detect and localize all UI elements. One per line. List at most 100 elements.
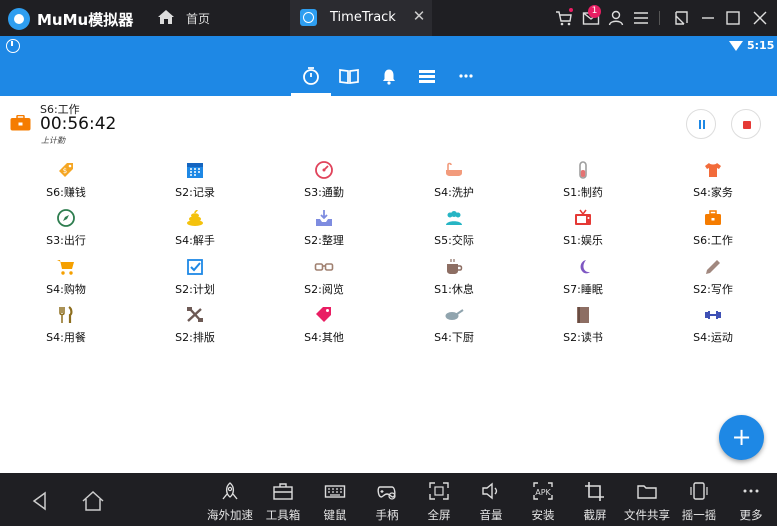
install-apk-button[interactable]: APK 安装 [516,473,570,526]
volume-button[interactable]: 音量 [464,473,518,526]
pause-button[interactable] [686,109,716,139]
tab-timetrack[interactable]: TimeTrack ✕ [290,0,432,36]
inbox-download-icon [316,210,332,226]
more-dots-icon [743,489,759,493]
close-window-icon[interactable] [751,9,769,27]
toolbox-button[interactable]: 工具箱 [256,473,310,526]
stop-button[interactable] [731,109,761,139]
close-tab-icon[interactable]: ✕ [412,9,426,24]
dock-tool-label: 工具箱 [265,508,301,522]
file-share-button[interactable]: 文件共享 [620,473,674,526]
android-status-bar: 5:15 [0,36,777,56]
minimize-icon[interactable] [699,9,717,27]
stopwatch-icon[interactable] [300,65,322,87]
svg-text:$: $ [63,167,67,175]
briefcase-icon [10,115,31,131]
bell-icon[interactable] [378,65,400,87]
speedometer-icon [315,161,333,179]
poop-icon [187,209,203,226]
overseas-accelerate-button[interactable]: 海外加速 [203,473,257,526]
activity-label: S4:家务 [693,186,733,199]
activity-item[interactable]: S2:记录 [130,160,260,204]
back-icon[interactable] [28,489,52,513]
activity-item[interactable]: S2:整理 [259,208,389,252]
app-toolbar [0,56,777,96]
activity-item[interactable]: S3:出行 [1,208,131,252]
maximize-icon[interactable] [724,9,742,27]
dock-tool-label: 音量 [479,508,503,522]
folder-icon [637,485,657,499]
activity-item[interactable]: S2:计划 [130,257,260,301]
restore-icon[interactable] [673,9,691,27]
pencil-icon [706,260,720,274]
mumu-logo [8,8,30,30]
user-icon[interactable] [607,9,625,27]
app-name: MuMu模拟器 [37,11,134,29]
more-button[interactable]: 更多 [724,473,777,526]
dock-tool-label: 安装 [531,508,555,522]
dock-tool-label: 键鼠 [323,508,347,522]
cart-icon [57,260,74,275]
activity-item[interactable]: S4:家务 [648,160,777,204]
shake-button[interactable]: 摇一摇 [672,473,726,526]
activity-label: S5:交际 [434,234,474,247]
briefcase-icon [705,210,721,225]
notification-badge: 1 [588,5,601,18]
activity-item[interactable]: S1:制药 [518,160,648,204]
activity-item[interactable]: S5:交际 [389,208,519,252]
timetrack-notification-icon [6,39,20,53]
timetrack-tab-icon [300,9,317,26]
svg-text:APK: APK [535,488,551,497]
activity-item[interactable]: S4:运动 [648,305,777,349]
compass-icon [57,209,75,227]
list-icon[interactable] [416,65,438,87]
activity-item[interactable]: S1:娱乐 [518,208,648,252]
screenshot-button[interactable]: 截屏 [568,473,622,526]
shake-phone-icon [690,482,708,500]
fullscreen-button[interactable]: 全屏 [412,473,466,526]
tshirt-icon [705,163,721,177]
activity-item[interactable]: S1:休息 [389,257,519,301]
activity-item[interactable]: S4:下厨 [389,305,519,349]
activity-item[interactable]: S6:工作 [648,208,777,252]
activity-item[interactable]: S4:购物 [1,257,131,301]
activity-label: S3:通勤 [304,186,344,199]
emulator-title-bar: MuMu模拟器 首页 TimeTrack ✕ 1 [0,0,777,36]
activity-item[interactable]: S2:读书 [518,305,648,349]
activity-item[interactable]: S2:阅览 [259,257,389,301]
add-activity-button[interactable]: + [719,415,764,460]
activity-label: S4:运动 [693,331,733,344]
cart-dot [569,8,573,12]
menu-icon[interactable] [632,9,650,27]
dock-tool-label: 更多 [739,508,763,522]
activity-item[interactable]: $ S6:赚钱 [1,160,131,204]
current-elapsed-time: 00:56:42 [40,114,117,134]
gamepad-icon [377,486,396,500]
rocket-icon [222,482,238,500]
dock-tool-label: 海外加速 [207,508,253,522]
moon-icon [580,260,590,274]
more-dots-icon[interactable] [455,65,477,87]
activity-item[interactable]: S3:通勤 [259,160,389,204]
home-icon[interactable] [81,489,105,513]
activity-item[interactable]: S4:洗护 [389,160,519,204]
activity-label: S6:工作 [693,234,733,247]
gamepad-button[interactable]: 手柄 [360,473,414,526]
activity-item[interactable]: S4:解手 [130,208,260,252]
dock-tool-label: 手柄 [375,508,399,522]
activity-label: S2:阅览 [304,283,344,296]
activity-label: S4:购物 [46,283,86,296]
activity-item[interactable]: S7:睡眠 [518,257,648,301]
activity-item[interactable]: S2:写作 [648,257,777,301]
activity-label: S4:下厨 [434,331,474,344]
tab-home[interactable]: 首页 [152,0,282,36]
active-tab-indicator [291,93,331,96]
activity-item[interactable]: S2:排版 [130,305,260,349]
activity-label: S1:制药 [563,186,603,199]
activity-item[interactable]: S4:用餐 [1,305,131,349]
people-icon [446,211,462,225]
activity-item[interactable]: S4:其他 [259,305,389,349]
keyboard-mouse-button[interactable]: 键鼠 [308,473,362,526]
activity-label: S4:其他 [304,331,344,344]
book-open-icon[interactable] [338,65,360,87]
